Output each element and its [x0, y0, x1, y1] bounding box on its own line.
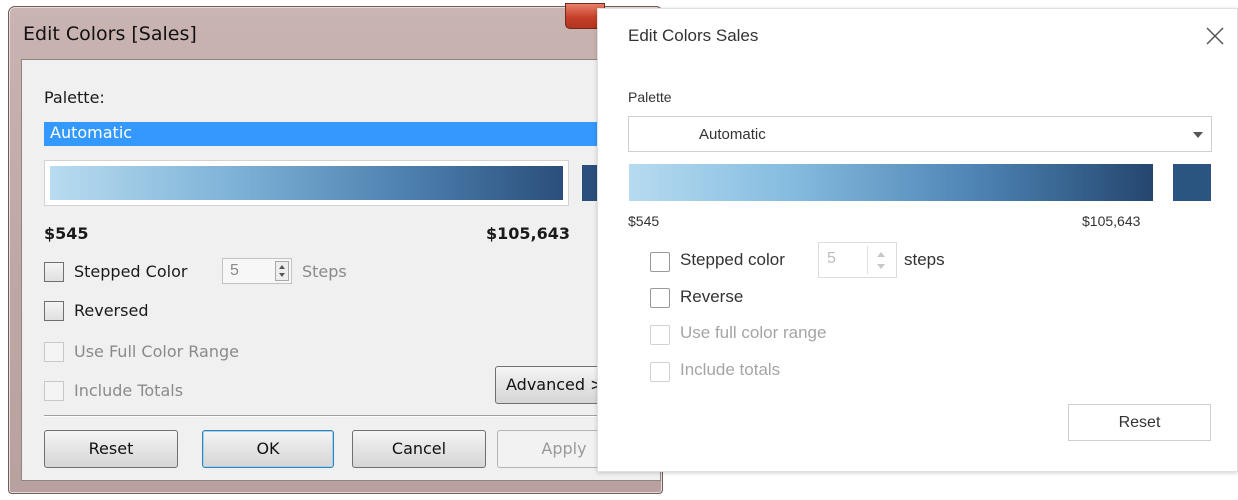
- legacy-palette-label: Palette:: [44, 88, 105, 107]
- modern-max-value: $105,643: [1082, 213, 1141, 229]
- legacy-steps-spinner[interactable]: 5: [222, 258, 292, 284]
- legacy-stepped-color-label: Stepped Color: [74, 262, 188, 281]
- legacy-palette-select[interactable]: Automatic: [44, 122, 604, 146]
- modern-dialog-title: Edit Colors Sales: [628, 26, 759, 45]
- legacy-dialog-body: Palette: Automatic $545 $105,643 Stepped…: [21, 59, 661, 481]
- legacy-separator: [44, 415, 644, 417]
- modern-end-color-swatch[interactable]: [1173, 164, 1211, 201]
- chevron-up-icon[interactable]: [877, 252, 885, 257]
- legacy-edit-colors-dialog: Edit Colors [Sales] Palette: Automatic $…: [8, 3, 663, 494]
- modern-stepped-color-checkbox[interactable]: [650, 252, 670, 272]
- legacy-reversed-checkbox[interactable]: [44, 301, 64, 321]
- chevron-down-icon[interactable]: [877, 264, 885, 269]
- modern-reset-button[interactable]: Reset: [1068, 404, 1211, 441]
- modern-steps-value: 5: [827, 250, 836, 267]
- legacy-min-value: $545: [44, 224, 89, 243]
- legacy-ok-button[interactable]: OK: [202, 430, 334, 468]
- legacy-cancel-button[interactable]: Cancel: [352, 430, 486, 468]
- legacy-color-ramp-gradient: [50, 166, 563, 200]
- legacy-include-totals-checkbox[interactable]: [44, 381, 64, 401]
- modern-full-range-label: Use full color range: [680, 323, 827, 342]
- modern-palette-label: Palette: [628, 89, 672, 105]
- modern-full-range-checkbox[interactable]: [650, 325, 670, 345]
- legacy-dialog-title: Edit Colors [Sales]: [23, 23, 197, 45]
- legacy-color-ramp[interactable]: [44, 160, 569, 206]
- legacy-stepped-color-checkbox[interactable]: [44, 262, 64, 282]
- modern-color-ramp[interactable]: [629, 164, 1153, 201]
- close-icon[interactable]: [1204, 25, 1226, 47]
- legacy-reset-button[interactable]: Reset: [44, 430, 178, 468]
- legacy-reversed-label: Reversed: [74, 301, 149, 320]
- legacy-full-range-checkbox[interactable]: [44, 342, 64, 362]
- legacy-include-totals-label: Include Totals: [74, 381, 184, 400]
- legacy-steps-label: Steps: [302, 262, 347, 281]
- legacy-titlebar: Edit Colors [Sales]: [9, 3, 662, 57]
- modern-palette-value: Automatic: [699, 126, 766, 143]
- modern-min-value: $545: [628, 213, 660, 229]
- modern-reverse-checkbox[interactable]: [650, 288, 670, 308]
- modern-reverse-label: Reverse: [680, 287, 744, 306]
- modern-include-totals-label: Include totals: [680, 360, 781, 379]
- modern-include-totals-checkbox[interactable]: [650, 362, 670, 382]
- legacy-max-value: $105,643: [486, 224, 571, 243]
- modern-stepped-color-label: Stepped color: [680, 250, 785, 269]
- modern-steps-spinner[interactable]: 5: [818, 242, 897, 278]
- modern-spinner-divider: [867, 246, 868, 274]
- modern-palette-select[interactable]: Automatic: [628, 116, 1212, 152]
- legacy-spinner-arrows-icon[interactable]: [275, 261, 289, 281]
- legacy-steps-value: 5: [230, 262, 239, 279]
- modern-edit-colors-dialog: Edit Colors Sales Palette Automatic $545…: [597, 8, 1238, 472]
- chevron-down-icon: [1193, 132, 1203, 138]
- legacy-full-range-label: Use Full Color Range: [74, 342, 239, 361]
- modern-steps-label: steps: [904, 250, 945, 269]
